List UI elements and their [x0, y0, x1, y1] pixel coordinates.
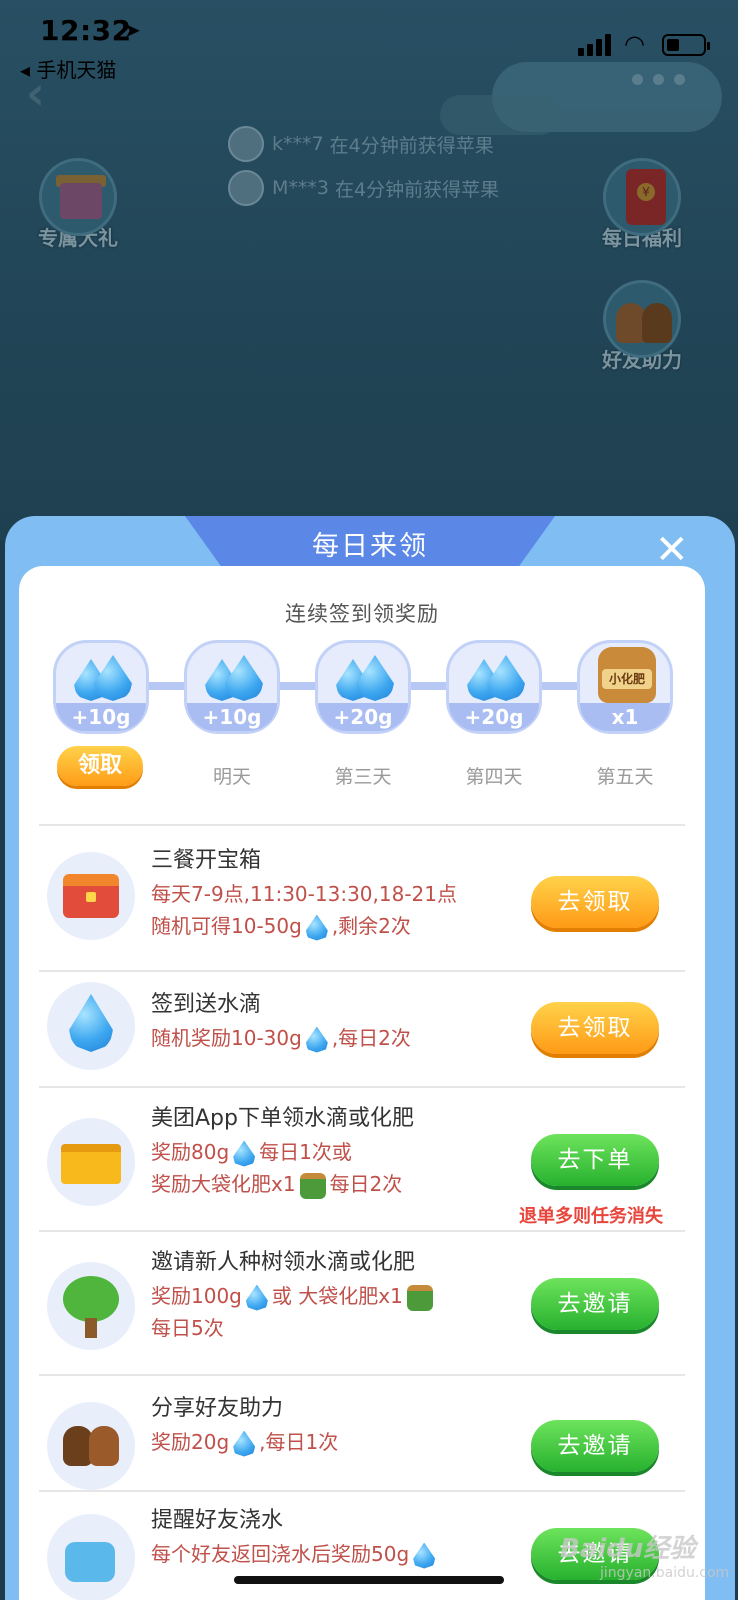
streak-day-1: +10g — [53, 640, 149, 734]
streak-amount: +20g — [449, 703, 539, 731]
water-drop-icon — [225, 655, 263, 701]
water-drop-icon — [305, 1026, 328, 1053]
avatar — [228, 170, 264, 206]
streak-label: 第三天 — [334, 766, 392, 788]
go-order-button[interactable]: 去下单 — [531, 1134, 659, 1186]
task-desc: 每天7-9点,11:30-13:30,18-21点 — [151, 882, 457, 906]
task-desc: 每个好友返回浇水后奖励50g — [151, 1538, 439, 1570]
streak-amount: +20g — [318, 703, 408, 731]
signal-icon — [578, 34, 614, 56]
ticker-item: M***3 在4分钟前获得苹果 — [228, 169, 499, 207]
divider — [39, 1230, 685, 1232]
water-drop-icon — [487, 655, 525, 701]
ticker-item: k***7 在4分钟前获得苹果 — [228, 125, 494, 163]
more-options-icon[interactable] — [632, 74, 685, 85]
rewards-panel: 连续签到领奖励 +10g +10g +20g +20g 小化肥 x1 领取 明天… — [19, 566, 705, 1600]
tree-icon — [47, 1262, 135, 1350]
task-title: 邀请新人种树领水滴或化肥 — [151, 1250, 416, 1275]
task-desc: 随机可得10-50g ,剩余2次 — [151, 910, 411, 942]
task-title: 美团App下单领水滴或化肥 — [151, 1106, 414, 1131]
water-drop-icon — [233, 1430, 256, 1457]
divider — [39, 1490, 685, 1492]
task-title: 提醒好友浇水 — [151, 1508, 284, 1533]
streak-day-3: +20g — [315, 640, 411, 734]
exclusive-gift-button[interactable]: 专属大礼 — [26, 158, 130, 251]
water-drop-icon — [413, 1542, 436, 1569]
fertilizer-sack-icon — [299, 1172, 326, 1199]
ticker-user: M***3 — [272, 177, 329, 199]
friend-help-button[interactable]: 好友助力 — [590, 280, 694, 373]
ticker-text: 在4分钟前获得苹果 — [329, 134, 494, 157]
task-desc: 奖励大袋化肥x1 每日2次 — [151, 1168, 402, 1200]
watering-can-icon — [47, 1514, 135, 1600]
go-invite-button[interactable]: 去邀请 — [531, 1278, 659, 1330]
home-indicator[interactable] — [234, 1576, 504, 1584]
status-time: 12:32 — [40, 14, 132, 47]
status-bar: 12:32 ➤ ◂ 手机天猫 ◠ — [0, 0, 738, 82]
divider — [39, 1086, 685, 1088]
streak-label: 第五天 — [596, 766, 654, 788]
streak-amount: x1 — [580, 703, 670, 731]
gift-icon — [39, 158, 117, 236]
wifi-icon: ◠ — [624, 30, 645, 58]
location-arrow-icon: ➤ — [124, 18, 141, 42]
task-title: 分享好友助力 — [151, 1396, 284, 1421]
divider — [39, 1374, 685, 1376]
water-drop-icon — [47, 982, 135, 1070]
watermark: Baidu经验 jingyan.baidu.com — [560, 1534, 730, 1581]
water-drop-icon — [305, 914, 328, 941]
battery-icon — [662, 34, 710, 56]
streak-label: 第四天 — [465, 766, 523, 788]
water-drop-icon — [233, 1140, 256, 1167]
divider — [39, 824, 685, 826]
go-claim-button[interactable]: 去领取 — [531, 876, 659, 928]
treasure-chest-icon — [47, 852, 135, 940]
claim-button[interactable]: 领取 — [57, 746, 143, 786]
delivery-box-icon — [47, 1118, 135, 1206]
streak-title: 连续签到领奖励 — [285, 602, 439, 626]
task-title: 三餐开宝箱 — [151, 848, 262, 873]
fertilizer-sack-icon — [406, 1284, 433, 1311]
streak-amount: +10g — [56, 703, 146, 731]
task-desc: 随机奖励10-30g ,每日2次 — [151, 1022, 411, 1054]
water-drop-icon — [245, 1284, 268, 1311]
ticker-user: k***7 — [272, 133, 324, 155]
avatar — [228, 126, 264, 162]
ticker-text: 在4分钟前获得苹果 — [335, 178, 500, 201]
friends-icon — [603, 280, 681, 358]
sack-label: 小化肥 — [602, 669, 652, 689]
back-chevron-icon[interactable]: ‹ — [26, 66, 45, 120]
streak-day-2: +10g — [184, 640, 280, 734]
close-icon[interactable]: ✕ — [655, 530, 689, 570]
daily-bonus-button[interactable]: 每日福利 — [590, 158, 694, 251]
water-drop-icon — [356, 655, 394, 701]
fertilizer-sack-icon: 小化肥 — [598, 647, 656, 703]
divider — [39, 970, 685, 972]
task-warning-note: 退单多则任务消失 — [519, 1206, 663, 1227]
red-packet-icon — [603, 158, 681, 236]
task-desc: 奖励80g 每日1次或 — [151, 1136, 352, 1168]
task-desc: 奖励100g 或 大袋化肥x1 — [151, 1280, 437, 1312]
task-desc: 奖励20g ,每日1次 — [151, 1426, 338, 1458]
daily-rewards-sheet: 每日来领 ✕ 连续签到领奖励 +10g +10g +20g +20g 小化肥 x… — [5, 516, 735, 1600]
streak-day-5: 小化肥 x1 — [577, 640, 673, 734]
go-claim-button[interactable]: 去领取 — [531, 1002, 659, 1054]
sheet-title: 每日来领 — [312, 531, 428, 562]
streak-day-4: +20g — [446, 640, 542, 734]
streak-amount: +10g — [187, 703, 277, 731]
go-invite-button[interactable]: 去邀请 — [531, 1420, 659, 1472]
friends-icon — [47, 1402, 135, 1490]
streak-label: 明天 — [212, 766, 251, 788]
task-desc: 每日5次 — [151, 1316, 224, 1340]
water-drop-icon — [94, 655, 132, 701]
task-title: 签到送水滴 — [151, 992, 262, 1017]
